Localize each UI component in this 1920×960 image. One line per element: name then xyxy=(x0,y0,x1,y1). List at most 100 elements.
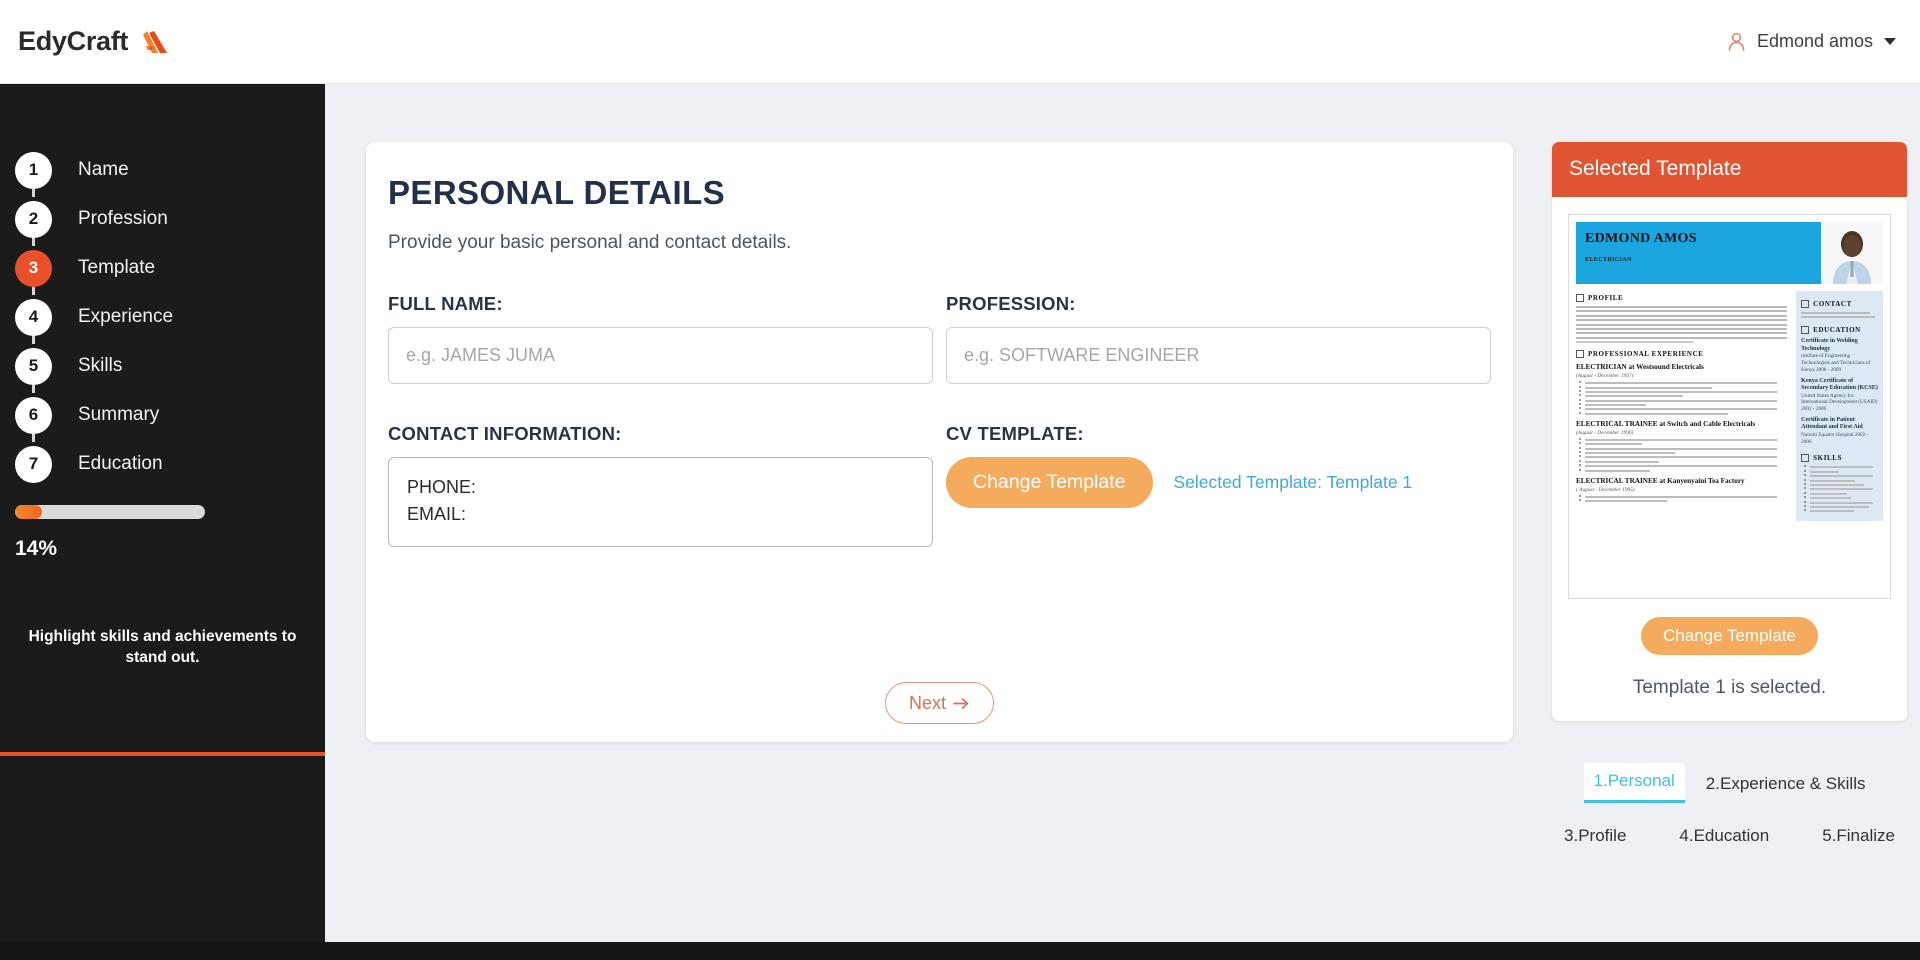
cv-template-controls: Change Template Selected Template: Templ… xyxy=(946,457,1491,508)
panel-change-template-button[interactable]: Change Template xyxy=(1641,617,1818,655)
step-number: 3 xyxy=(15,249,52,287)
cv-education-title: Certificate in Patient Attendant and Fir… xyxy=(1801,416,1863,431)
arrow-right-icon xyxy=(953,697,969,709)
cv-photo xyxy=(1821,222,1883,284)
step-label: Profession xyxy=(78,208,168,229)
step-label: Education xyxy=(78,453,163,474)
full-name-field-group: FULL NAME: xyxy=(388,293,933,384)
tab-profile[interactable]: 3.Profile xyxy=(1554,818,1636,855)
top-bar: EdyCraft Edmond amos xyxy=(0,0,1920,84)
panel-body: EDMOND AMOS ELECTRICIAN PROFILE PROFESSI… xyxy=(1552,197,1907,721)
user-menu[interactable]: Edmond amos xyxy=(1727,31,1920,52)
step-label: Template xyxy=(78,257,156,278)
cv-job-bullets xyxy=(1576,437,1789,472)
sidebar-step-template[interactable]: 3 Template xyxy=(0,244,325,295)
profession-field-group: PROFESSION: xyxy=(946,293,1491,384)
progress-bar xyxy=(15,505,205,519)
step-connector xyxy=(32,188,35,197)
person-icon xyxy=(1728,32,1745,51)
cv-contact-heading: CONTACT xyxy=(1813,300,1852,308)
logo-text: EdyCraft xyxy=(18,26,129,56)
user-name: Edmond amos xyxy=(1756,31,1873,51)
step-connector xyxy=(32,384,35,393)
next-button-label: Next xyxy=(908,692,946,713)
contact-information-label: CONTACT INFORMATION: xyxy=(388,423,622,444)
section-box-icon xyxy=(1576,294,1584,302)
step-connector xyxy=(32,433,35,442)
sidebar-step-skills[interactable]: 5 Skills xyxy=(0,342,325,393)
page-subtitle: Provide your basic personal and contact … xyxy=(388,232,792,253)
cv-education-meta: United States Agency for International D… xyxy=(1801,392,1878,413)
selected-template-text[interactable]: Selected Template: Template 1 xyxy=(1174,472,1413,493)
cv-experience-heading: PROFESSIONAL EXPERIENCE xyxy=(1588,350,1704,359)
panel-title: Selected Template xyxy=(1552,142,1907,197)
cv-education-title: Certificate in Welding Technology xyxy=(1801,338,1858,352)
cv-role: ELECTRICIAN xyxy=(1585,257,1632,263)
selected-template-panel: Selected Template EDMOND AMOS ELECTRICIA… xyxy=(1552,142,1907,855)
sidebar-step-experience[interactable]: 4 Experience xyxy=(0,293,325,344)
step-number: 7 xyxy=(15,445,52,483)
cv-body: PROFILE PROFESSIONAL EXPERIENCE ELECTRIC… xyxy=(1576,291,1883,521)
app-root: EdyCraft Edmond amos 1 Name 2 Profession… xyxy=(0,0,1920,960)
template-preview-card: Selected Template EDMOND AMOS ELECTRICIA… xyxy=(1552,142,1907,721)
os-taskbar xyxy=(0,942,1920,960)
page-title: PERSONAL DETAILS xyxy=(388,174,726,211)
full-name-input[interactable] xyxy=(388,327,933,384)
step-label: Name xyxy=(78,159,129,180)
sidebar-tip: Highlight skills and achievements to sta… xyxy=(28,628,297,666)
step-connector xyxy=(32,335,35,344)
sidebar-step-summary[interactable]: 6 Summary xyxy=(0,391,325,442)
step-connector xyxy=(32,286,35,295)
cv-job-bullets xyxy=(1576,381,1789,415)
change-template-button[interactable]: Change Template xyxy=(946,457,1153,508)
step-number: 5 xyxy=(15,347,52,385)
cv-thumbnail[interactable]: EDMOND AMOS ELECTRICIAN PROFILE PROFESSI… xyxy=(1568,214,1891,599)
cv-job-bullets xyxy=(1576,494,1789,502)
tab-experience-skills[interactable]: 2.Experience & Skills xyxy=(1696,766,1876,803)
cv-section-contact: CONTACT xyxy=(1801,300,1878,308)
preview-tabs: 1.Personal 2.Experience & Skills 3.Profi… xyxy=(1552,763,1907,855)
cv-education-title: Kenya Certificate of Secondary Education… xyxy=(1801,377,1878,392)
step-list: 1 Name 2 Profession 3 Template 4 Experie… xyxy=(0,84,325,488)
contact-information-textarea[interactable] xyxy=(388,457,933,547)
progress-percent: 14% xyxy=(15,537,58,560)
cv-education-meta: institute of Engineering Technologists a… xyxy=(1801,353,1871,373)
sidebar: 1 Name 2 Profession 3 Template 4 Experie… xyxy=(0,84,325,960)
contact-field-group: CONTACT INFORMATION: xyxy=(388,423,933,552)
step-number: 6 xyxy=(15,396,52,434)
step-label: Skills xyxy=(78,355,123,376)
cv-job-date: ( August - December 1995) xyxy=(1576,486,1635,493)
main-content: PERSONAL DETAILS Provide your basic pers… xyxy=(325,84,1920,960)
cv-job-date: (August - December 1997) xyxy=(1576,373,1634,380)
preview-tabs-row-1: 1.Personal 2.Experience & Skills xyxy=(1552,763,1907,803)
section-box-icon xyxy=(1801,454,1810,463)
step-number: 2 xyxy=(15,200,52,238)
tab-personal[interactable]: 1.Personal xyxy=(1583,763,1685,803)
profession-input[interactable] xyxy=(946,327,1491,384)
cv-name: EDMOND AMOS xyxy=(1585,231,1697,246)
sidebar-step-name[interactable]: 1 Name xyxy=(0,146,325,197)
cv-profile-heading: PROFILE xyxy=(1588,294,1624,302)
cv-skills-heading: SKILLS xyxy=(1813,454,1843,463)
section-box-icon xyxy=(1576,350,1584,359)
tab-education[interactable]: 4.Education xyxy=(1669,818,1779,855)
tab-finalize[interactable]: 5.Finalize xyxy=(1812,818,1905,855)
app-logo[interactable]: EdyCraft xyxy=(0,26,168,57)
sidebar-step-education[interactable]: 7 Education xyxy=(0,440,325,488)
chevron-down-icon[interactable] xyxy=(1884,38,1896,45)
preview-tabs-row-2: 3.Profile 4.Education 5.Finalize xyxy=(1552,818,1907,855)
step-label: Experience xyxy=(78,306,174,327)
sidebar-step-profession[interactable]: 2 Profession xyxy=(0,195,325,246)
next-button-wrap: Next xyxy=(366,682,1513,724)
step-number: 4 xyxy=(15,298,52,336)
cv-contact-lines xyxy=(1801,312,1878,319)
full-name-label: FULL NAME: xyxy=(388,293,503,314)
cv-education-heading: EDUCATION xyxy=(1813,326,1861,335)
cv-template-field-group: CV TEMPLATE: Change Template Selected Te… xyxy=(946,423,1491,552)
profession-label: PROFESSION: xyxy=(946,293,1076,314)
step-number: 1 xyxy=(15,151,52,189)
name-profession-row: FULL NAME: PROFESSION: xyxy=(388,293,1491,384)
cv-section-profile: PROFILE xyxy=(1576,294,1789,302)
section-box-icon xyxy=(1801,300,1810,308)
next-button[interactable]: Next xyxy=(884,682,994,724)
